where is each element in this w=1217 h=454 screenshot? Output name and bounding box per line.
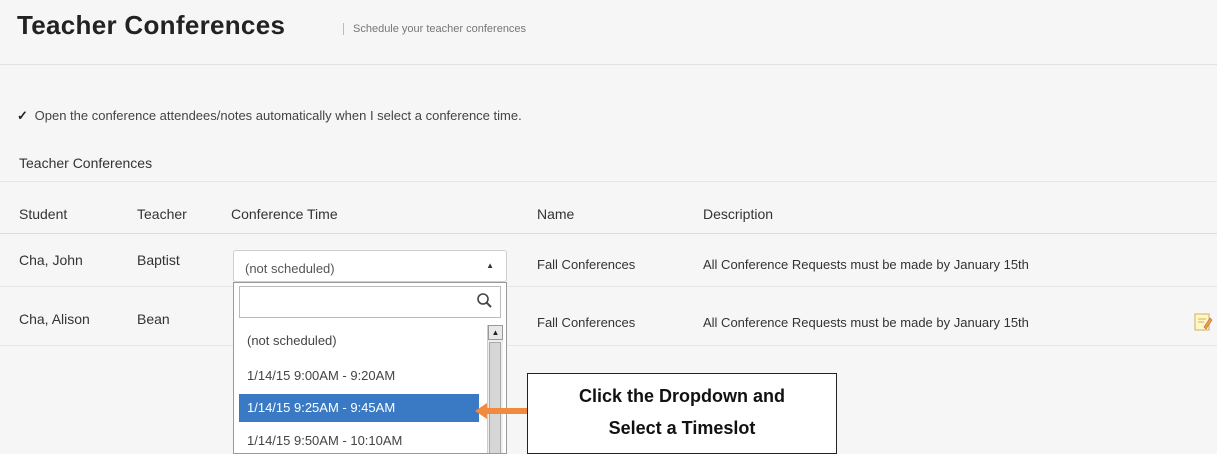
divider — [0, 233, 1217, 234]
timeslot-dropdown[interactable]: (not scheduled) 1/14/15 9:00AM - 9:20AM … — [233, 282, 507, 454]
divider — [0, 286, 1217, 287]
teacher-cell: Bean — [137, 311, 170, 327]
description-cell: All Conference Requests must be made by … — [703, 315, 1029, 330]
student-cell: Cha, John — [19, 252, 83, 268]
auto-open-option[interactable]: ✓ Open the conference attendees/notes au… — [17, 108, 522, 124]
page-title: Teacher Conferences — [17, 10, 286, 40]
caret-up-icon: ▲ — [486, 261, 494, 270]
dropdown-search[interactable] — [239, 286, 501, 318]
scroll-thumb[interactable] — [489, 342, 501, 453]
timeslot-option[interactable]: 1/14/15 9:50AM - 10:10AM — [239, 427, 479, 453]
conference-time-select[interactable]: (not scheduled) ▲ — [233, 250, 507, 282]
teacher-cell: Baptist — [137, 252, 180, 268]
column-header-description: Description — [703, 206, 774, 222]
divider — [0, 345, 1217, 346]
search-icon — [477, 293, 492, 308]
check-icon[interactable]: ✓ — [17, 108, 31, 124]
timeslot-option[interactable]: 1/14/15 9:00AM - 9:20AM — [239, 362, 479, 390]
student-cell: Cha, Alison — [19, 311, 90, 327]
instruction-callout: Click the Dropdown and Select a Timeslot — [527, 373, 837, 454]
column-header-student: Student — [19, 206, 68, 222]
description-cell: All Conference Requests must be made by … — [703, 257, 1029, 272]
auto-open-label: Open the conference attendees/notes auto… — [34, 108, 522, 123]
divider — [0, 64, 1217, 65]
timeslot-option-selected[interactable]: 1/14/15 9:25AM - 9:45AM — [239, 394, 479, 422]
note-edit-icon[interactable] — [1193, 312, 1213, 332]
timeslot-option[interactable]: (not scheduled) — [239, 327, 479, 355]
dropdown-search-input[interactable] — [244, 287, 468, 317]
section-title: Teacher Conferences — [19, 155, 153, 171]
conference-time-value: (not scheduled) — [245, 261, 335, 276]
arrow-left-icon — [475, 403, 527, 419]
scroll-up-icon[interactable]: ▲ — [488, 325, 503, 340]
dropdown-scrollbar[interactable]: ▲ — [487, 325, 503, 453]
column-header-conference-time: Conference Time — [231, 206, 338, 222]
conference-name-cell: Fall Conferences — [537, 315, 636, 330]
callout-line-2: Select a Timeslot — [608, 418, 756, 438]
page-subtitle: Schedule your teacher conferences — [343, 23, 526, 35]
divider — [0, 181, 1217, 182]
column-header-teacher: Teacher — [137, 206, 187, 222]
conference-name-cell: Fall Conferences — [537, 257, 636, 272]
callout-line-1: Click the Dropdown and — [578, 386, 785, 406]
column-header-name: Name — [537, 206, 575, 222]
